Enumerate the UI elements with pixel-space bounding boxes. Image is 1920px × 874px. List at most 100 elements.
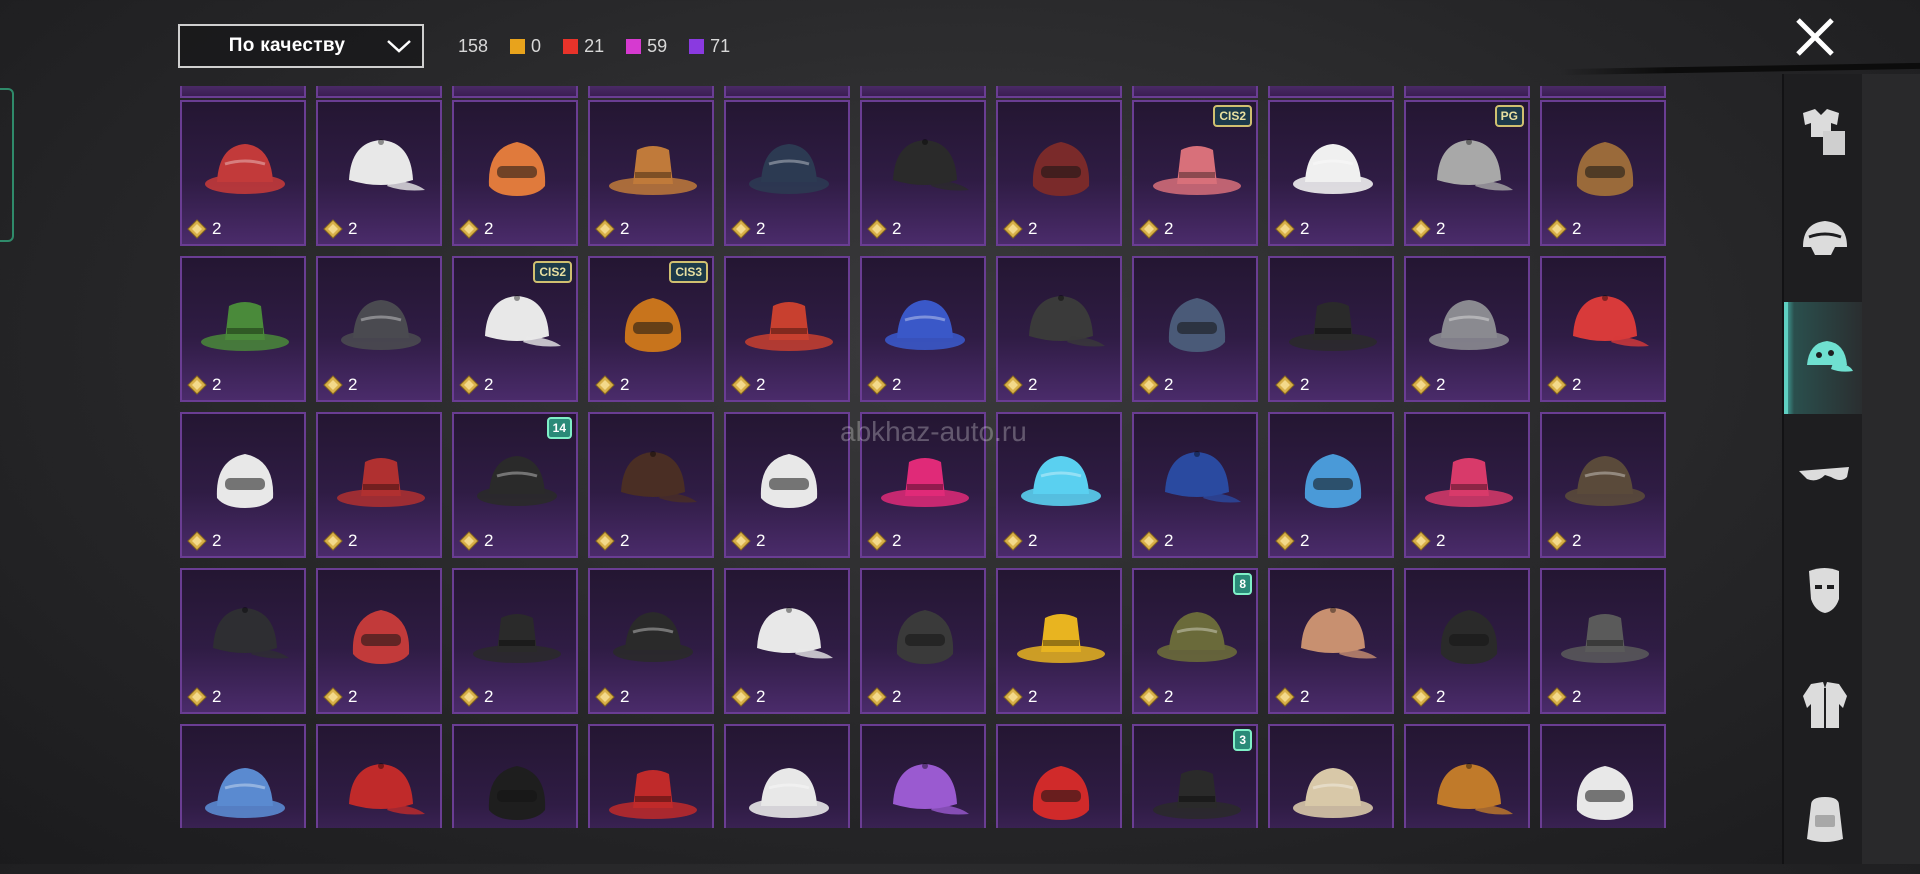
category-tab-face-mask[interactable] [1784, 534, 1864, 646]
category-tab-outfit[interactable] [1784, 74, 1864, 186]
item-cell-black-trilby[interactable]: 23 [1132, 724, 1258, 828]
item-price: 2 [323, 531, 357, 551]
blue-pompom-hat-icon [1304, 454, 1362, 508]
item-price-value: 2 [1300, 531, 1310, 550]
item-cell-luchador-mask[interactable]: 2 [1540, 568, 1666, 714]
item-cell-white-visor[interactable]: 2 [724, 568, 850, 714]
category-tab-backpack[interactable] [1784, 762, 1864, 874]
diamond-coin-icon [731, 219, 751, 239]
item-cell-black-cap-headset[interactable]: 2 [860, 568, 986, 714]
close-button[interactable] [1790, 16, 1840, 60]
item-cell-studded-officer-cap[interactable]: 2 14 [452, 412, 578, 558]
item-cell-striped-pink-beanie[interactable]: 2 CIS2 [1132, 100, 1258, 246]
item-cell-partial[interactable] [1268, 86, 1394, 98]
item-cell-pink-baseball-cap[interactable]: 2 [860, 412, 986, 558]
item-cell-white-sun-hat[interactable]: 2 [316, 100, 442, 246]
diamond-coin-icon [459, 219, 479, 239]
item-cell-red-top-hat[interactable]: 2 [588, 724, 714, 828]
item-price-value: 2 [1436, 219, 1446, 238]
item-cell-pirate-hat[interactable]: 2 [588, 568, 714, 714]
item-cell-shark-hat[interactable]: 2 [180, 724, 306, 828]
item-cell-conical-hat[interactable]: 2 [1268, 568, 1394, 714]
item-cell-goggles-helmet[interactable]: 2 [1404, 256, 1530, 402]
item-cell-cyber-mask-long-hair[interactable]: 2 [996, 256, 1122, 402]
item-cell-headlamp[interactable]: 2 [1540, 724, 1666, 828]
item-cell-black-snapback[interactable]: 2 [860, 100, 986, 246]
item-cell-red-bow-wig[interactable]: 2 [180, 100, 306, 246]
item-price-value: 2 [348, 375, 358, 394]
item-cell-red-racing-helmet[interactable]: 2 [724, 256, 850, 402]
item-cell-mushroom-hat[interactable]: 2 [1540, 256, 1666, 402]
diamond-coin-icon [1139, 531, 1159, 551]
category-tab-jacket[interactable] [1784, 649, 1864, 761]
item-cell-chef-gas-mask[interactable]: 2 CIS2 [452, 256, 578, 402]
left-edge-tab[interactable] [0, 88, 14, 242]
item-cell-cake-hat[interactable]: 2 [1268, 724, 1394, 828]
item-price: 2 [1275, 531, 1309, 551]
item-cell-purple-flower-crown[interactable]: 2 [860, 724, 986, 828]
item-cell-black-fedora[interactable]: 2 [452, 724, 578, 828]
item-cell-red-beret[interactable]: 2 [316, 724, 442, 828]
item-cell-partial[interactable] [588, 86, 714, 98]
item-cell-oni-mask[interactable]: 2 [316, 412, 442, 558]
item-cell-white-flower-hat[interactable]: 2 [1268, 100, 1394, 246]
item-cell-pink-beret[interactable]: 2 [1404, 412, 1530, 558]
black-snapback-icon [893, 139, 969, 191]
category-tab-cap[interactable] [1784, 302, 1864, 414]
item-price: 2 [731, 375, 765, 395]
item-cell-brown-top-hat[interactable]: 2 [588, 412, 714, 558]
red-top-hat-icon [609, 770, 697, 819]
category-tab-helmet[interactable] [1784, 184, 1864, 296]
item-cell-bunny-ears-headband[interactable]: 2 [996, 412, 1122, 558]
item-cell-partial[interactable] [1132, 86, 1258, 98]
item-cell-cat-ears[interactable]: 2 [452, 100, 578, 246]
item-cell-partial[interactable] [452, 86, 578, 98]
cat-ears-icon [488, 142, 546, 196]
blue-batting-helmet-icon [885, 300, 965, 350]
item-cell-white-dino-hat[interactable]: 2 [724, 724, 850, 828]
item-cell-bird-beanie[interactable]: 2 [1132, 412, 1258, 558]
diamond-coin-icon [187, 375, 207, 395]
item-cell-orange-dino-mask[interactable]: 2 CIS3 [588, 256, 714, 402]
item-cell-partial[interactable] [1540, 86, 1666, 98]
item-cell-burger-hat[interactable]: 2 [1404, 724, 1530, 828]
item-cell-tactical-headset-cap[interactable]: 2 [316, 256, 442, 402]
item-cell-green-helmet[interactable]: 2 [180, 256, 306, 402]
item-cell-partial[interactable] [724, 86, 850, 98]
item-cell-red-feather-hat[interactable]: 2 [316, 568, 442, 714]
item-cell-partial[interactable] [180, 86, 306, 98]
item-cell-white-veil[interactable]: 2 [724, 412, 850, 558]
season-badge: CIS2 [533, 261, 572, 283]
item-cell-partial[interactable] [860, 86, 986, 98]
item-cell-partial[interactable] [1404, 86, 1530, 98]
item-price-value: 2 [620, 687, 630, 706]
item-cell-black-gas-mask[interactable]: 2 [1268, 256, 1394, 402]
item-cell-aviator-cap[interactable]: 2 [1540, 412, 1666, 558]
sort-dropdown[interactable]: По качеству [178, 24, 424, 68]
item-cell-camo-boonie-hat[interactable]: 28 [1132, 568, 1258, 714]
item-cell-red-bucket-hat[interactable]: 2 [996, 724, 1122, 828]
item-cell-partial[interactable] [316, 86, 442, 98]
diamond-coin-icon [459, 375, 479, 395]
item-cell-orange-beanie-braids[interactable]: 2 [588, 100, 714, 246]
item-cell-navy-beanie[interactable]: 2 [724, 100, 850, 246]
item-cell-black-beret[interactable]: 2 [1404, 568, 1530, 714]
item-price-value: 2 [620, 375, 630, 394]
item-cell-white-turban[interactable]: 2 [180, 412, 306, 558]
item-cell-yellow-bucket-hat[interactable]: 2 [996, 568, 1122, 714]
item-cell-bucket-hat-red-hair[interactable]: 2 [996, 100, 1122, 246]
category-tab-glasses[interactable] [1784, 420, 1864, 532]
diamond-coin-icon [867, 531, 887, 551]
rarity-swatch-icon [510, 39, 526, 54]
item-cell-black-beanie[interactable]: 2 [452, 568, 578, 714]
item-cell-grey-bob-wig[interactable]: 2 PG [1404, 100, 1530, 246]
conical-hat-icon [1301, 607, 1377, 659]
item-cell-black-cap[interactable]: 2 [180, 568, 306, 714]
item-cell-grey-cap[interactable]: 2 [1132, 256, 1258, 402]
item-cell-blue-batting-helmet[interactable]: 2 [860, 256, 986, 402]
backpack-icon [1807, 797, 1843, 842]
item-cell-brown-braids-wig[interactable]: 2 [1540, 100, 1666, 246]
diamond-coin-icon [1275, 219, 1295, 239]
item-cell-blue-pompom-hat[interactable]: 2 [1268, 412, 1394, 558]
item-cell-partial[interactable] [996, 86, 1122, 98]
